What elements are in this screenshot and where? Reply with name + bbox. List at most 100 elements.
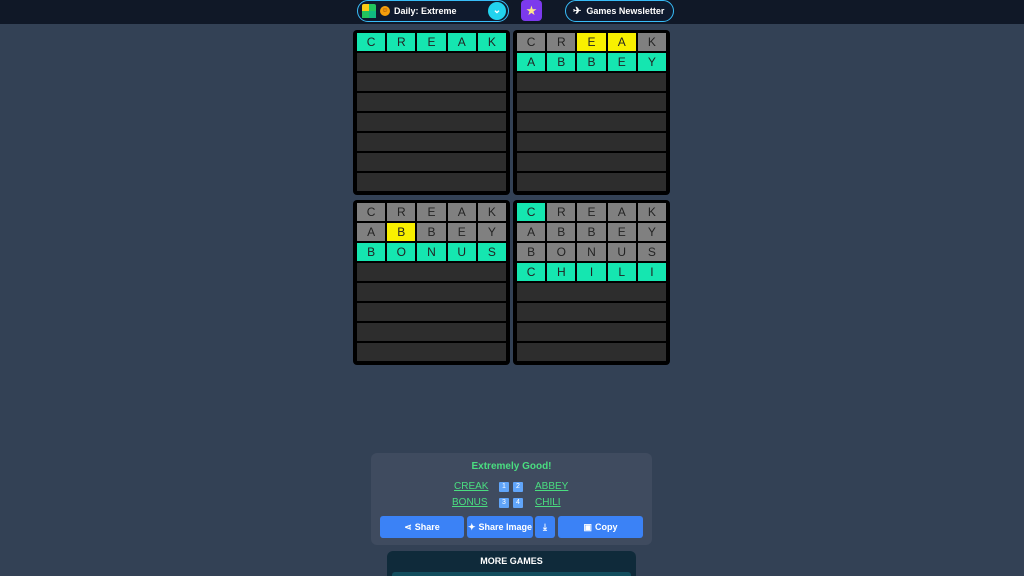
letter-tile: K (477, 203, 507, 221)
score-badge: 4 (513, 498, 523, 508)
result-word-link[interactable]: CREAK (454, 481, 488, 492)
share-icon: ⋖ (404, 521, 412, 532)
letter-tile: E (607, 53, 636, 71)
empty-row (517, 73, 666, 91)
letter-tile: R (547, 33, 576, 51)
letter-tile: C (517, 33, 546, 51)
bird-icon: ✦ (467, 521, 476, 532)
game-board-4: CREAKABBEYBONUSCHILI (513, 200, 670, 365)
more-games-panel: MORE GAMES (387, 551, 636, 576)
letter-tile: B (577, 223, 606, 241)
letter-tile: N (417, 243, 446, 261)
letter-tile: I (637, 263, 667, 281)
letter-tile: Y (477, 223, 507, 241)
download-icon: ⤓ (543, 521, 547, 532)
letter-tile: R (387, 203, 416, 221)
letter-tile: R (547, 203, 576, 221)
empty-row (517, 323, 666, 341)
newsletter-button[interactable]: ✈ Games Newsletter (565, 0, 674, 22)
letter-tile: A (447, 203, 476, 221)
copy-button[interactable]: ▣ Copy (558, 516, 643, 538)
empty-row (517, 343, 666, 361)
score-badge: 2 (513, 482, 523, 492)
guess-row: CREAK (517, 33, 667, 51)
clipboard-icon: ▣ (583, 521, 592, 532)
letter-tile: C (517, 263, 546, 281)
letter-tile: C (357, 203, 386, 221)
letter-tile: B (547, 223, 576, 241)
letter-tile: B (517, 243, 546, 261)
letter-tile: S (637, 243, 667, 261)
letter-tile: A (357, 223, 386, 241)
letter-tile: O (387, 243, 416, 261)
guess-row: ABBEY (517, 53, 667, 71)
empty-row (517, 283, 666, 301)
letter-tile: A (517, 223, 546, 241)
result-title: Extremely Good! (471, 461, 552, 472)
letter-tile: A (607, 203, 636, 221)
letter-tile: Y (637, 223, 667, 241)
empty-row (357, 93, 506, 111)
letter-tile: A (607, 33, 636, 51)
letter-tile: H (547, 263, 576, 281)
empty-row (357, 113, 506, 131)
empty-row (517, 153, 666, 171)
share-button[interactable]: ⋖ Share (380, 516, 464, 538)
guess-row: BONUS (357, 243, 507, 261)
letter-tile: K (637, 33, 667, 51)
letter-tile: U (447, 243, 476, 261)
letter-tile: B (387, 223, 416, 241)
guess-row: CHILI (517, 263, 667, 281)
share-label: Share (414, 522, 440, 532)
game-board-1: CREAK (353, 30, 510, 195)
game-logo-icon (362, 4, 376, 18)
letter-tile: Y (637, 53, 667, 71)
guess-row: ABBEY (357, 223, 507, 241)
empty-row (517, 113, 666, 131)
guess-row: CREAK (357, 203, 507, 221)
letter-tile: B (577, 53, 606, 71)
copy-label: Copy (595, 522, 618, 532)
empty-row (517, 173, 666, 191)
game-board-2: CREAKABBEY (513, 30, 670, 195)
more-games-strip (392, 572, 631, 576)
letter-tile: R (387, 33, 416, 51)
letter-tile: E (417, 33, 446, 51)
empty-row (357, 263, 506, 281)
letter-tile: L (607, 263, 636, 281)
guess-row: ABBEY (517, 223, 667, 241)
result-word-link[interactable]: CHILI (535, 497, 561, 508)
rocket-icon: ✈ (573, 5, 582, 17)
mode-select[interactable]: ☺ Daily: Extreme ⌄ (357, 0, 509, 22)
letter-tile: E (577, 203, 606, 221)
empty-row (357, 303, 506, 321)
game-board-3: CREAKABBEYBONUS (353, 200, 510, 365)
newsletter-label: Games Newsletter (586, 6, 665, 16)
letter-tile: E (577, 33, 606, 51)
star-icon[interactable]: ★ (521, 0, 542, 21)
letter-tile: K (477, 33, 507, 51)
score-badge: 1 (499, 482, 509, 492)
empty-row (357, 283, 506, 301)
share-image-button[interactable]: ✦ Share Image (467, 516, 533, 538)
letter-tile: C (517, 203, 546, 221)
result-word-link[interactable]: BONUS (452, 497, 488, 508)
share-image-label: Share Image (478, 522, 533, 532)
letter-tile: O (547, 243, 576, 261)
chevron-down-icon[interactable]: ⌄ (488, 2, 506, 20)
empty-row (357, 323, 506, 341)
result-panel: Extremely Good! CREAK 1 2 ABBEY BONUS 3 … (371, 453, 652, 545)
empty-row (357, 173, 506, 191)
result-word-link[interactable]: ABBEY (535, 481, 568, 492)
letter-tile: A (517, 53, 546, 71)
mode-label: Daily: Extreme (394, 6, 457, 16)
letter-tile: E (607, 223, 636, 241)
letter-tile: I (577, 263, 606, 281)
empty-row (517, 93, 666, 111)
guess-row: BONUS (517, 243, 667, 261)
score-badge: 3 (499, 498, 509, 508)
empty-row (357, 73, 506, 91)
download-button[interactable]: ⤓ (535, 516, 555, 538)
smiley-emoji-icon: ☺ (380, 6, 390, 16)
letter-tile: E (447, 223, 476, 241)
